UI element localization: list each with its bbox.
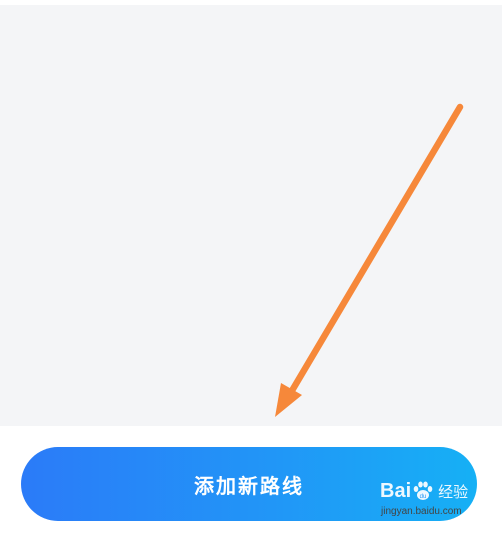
add-new-route-label: 添加新路线: [194, 473, 304, 498]
content-area: [0, 5, 502, 426]
add-new-route-button[interactable]: 添加新路线: [21, 447, 477, 521]
